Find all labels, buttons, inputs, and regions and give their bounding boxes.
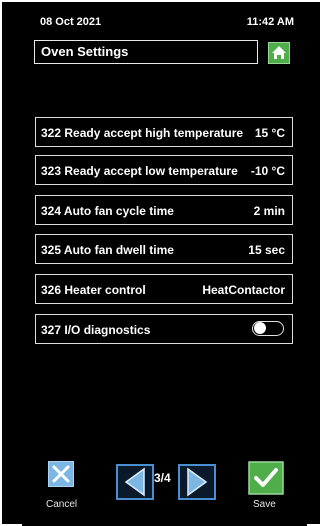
setting-row-327: 327 I/O diagnostics: [35, 314, 293, 344]
setting-label: 323 Ready accept low temperature: [41, 164, 238, 178]
setting-label: 324 Auto fan cycle time: [41, 204, 174, 218]
status-time: 11:42 AM: [246, 16, 294, 28]
page-title-box: Oven Settings: [34, 40, 258, 64]
cancel-button[interactable]: [41, 461, 81, 495]
arrow-left-icon: [116, 464, 154, 500]
setting-label: 322 Ready accept high temperature: [41, 126, 244, 140]
screen-panel: [22, 4, 307, 526]
setting-value: 2 min: [253, 204, 285, 218]
setting-row-324[interactable]: 324 Auto fan cycle time 2 min: [35, 195, 293, 225]
setting-row-326[interactable]: 326 Heater control HeatContactor: [35, 274, 293, 304]
setting-row-322[interactable]: 322 Ready accept high temperature 15 °C: [35, 117, 293, 147]
next-page-button[interactable]: [178, 464, 216, 500]
save-button[interactable]: [248, 461, 284, 495]
setting-label: 325 Auto fan dwell time: [41, 243, 174, 257]
io-diagnostics-toggle[interactable]: [252, 321, 284, 336]
status-date: 08 Oct 2021: [40, 16, 102, 28]
home-button[interactable]: [268, 42, 290, 64]
setting-row-323[interactable]: 323 Ready accept low temperature -10 °C: [35, 155, 293, 185]
arrow-right-icon: [178, 464, 216, 500]
checkmark-icon: [248, 461, 284, 495]
device-screen: 08 Oct 2021 11:42 AM Oven Settings 322 R…: [0, 0, 322, 526]
setting-label: 327 I/O diagnostics: [41, 323, 151, 337]
setting-value: -10 °C: [250, 164, 285, 178]
setting-value: 15 sec: [248, 243, 285, 257]
setting-value: HeatContactor: [202, 283, 285, 297]
save-label: Save: [253, 499, 276, 510]
toggle-knob: [254, 322, 266, 334]
page-indicator: 3/4: [154, 471, 171, 485]
setting-row-325[interactable]: 325 Auto fan dwell time 15 sec: [35, 234, 293, 264]
cancel-icon: [48, 461, 74, 487]
page-title: Oven Settings: [41, 44, 129, 59]
setting-label: 326 Heater control: [41, 283, 146, 297]
cancel-label: Cancel: [46, 499, 78, 510]
previous-page-button[interactable]: [116, 464, 154, 500]
setting-value: 15 °C: [254, 126, 285, 140]
home-icon: [272, 46, 286, 59]
